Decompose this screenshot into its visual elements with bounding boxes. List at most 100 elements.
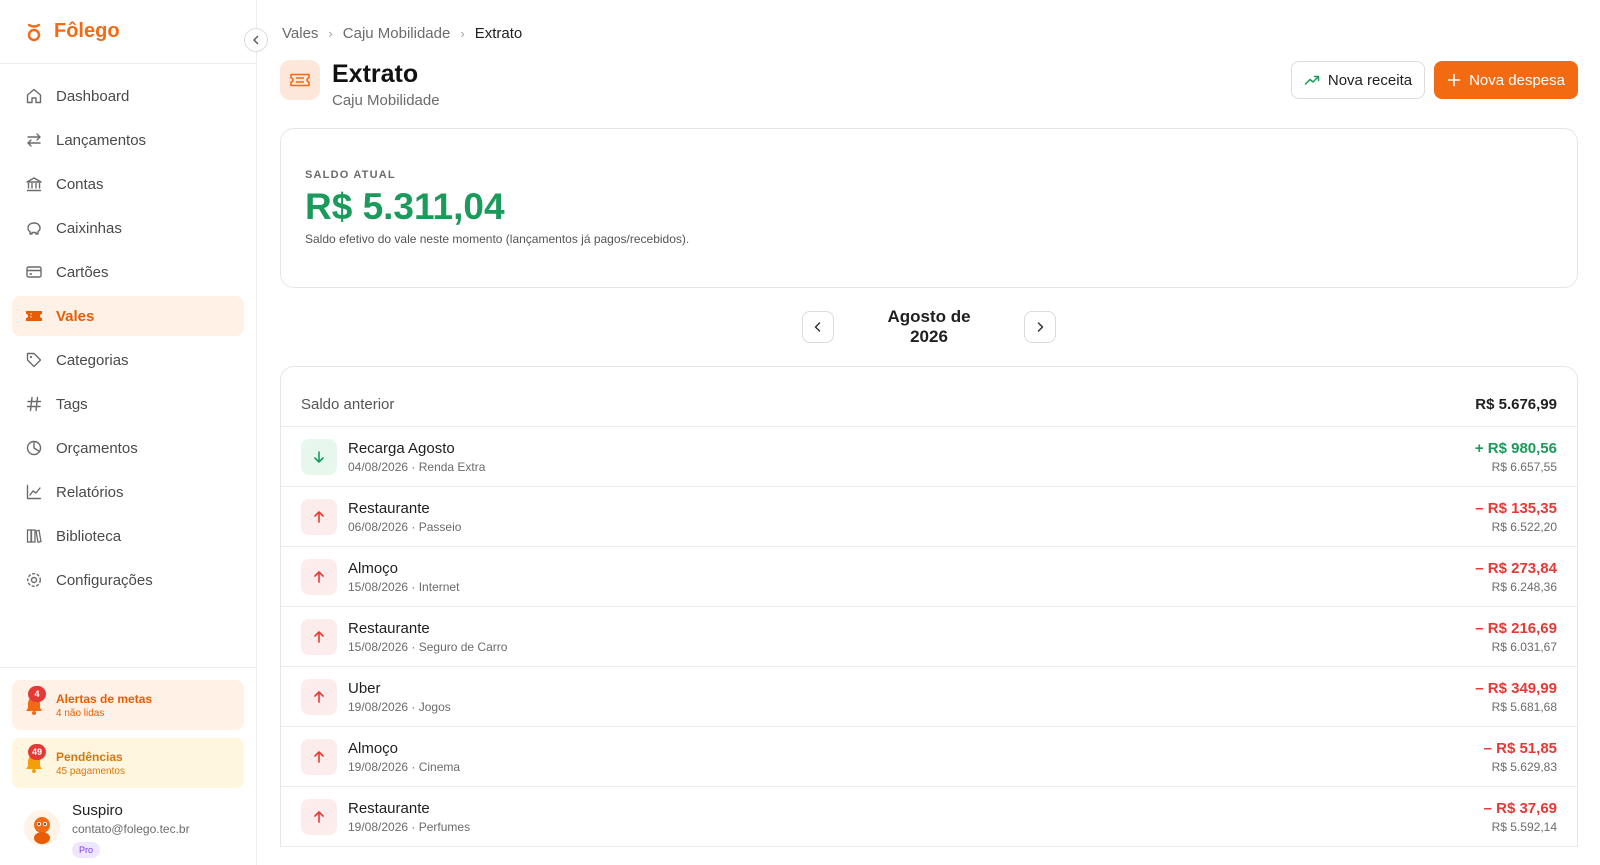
transaction-running-balance: R$ 6.657,55 <box>1491 459 1557 474</box>
arrow-up-icon <box>301 558 337 595</box>
sidebar-item-caixinhas[interactable]: Caixinhas <box>12 208 244 248</box>
hash-icon <box>24 394 44 414</box>
sidebar-item-biblioteca[interactable]: Biblioteca <box>12 516 244 556</box>
sidebar-item-cartoes[interactable]: Cartões <box>12 252 244 292</box>
sidebar-item-label: Contas <box>56 175 104 193</box>
alert-subtitle: 45 pagamentos <box>56 765 125 777</box>
month-navigator: Agosto de 2026 <box>280 288 1578 366</box>
bell-icon: 4 <box>24 686 46 716</box>
next-month-button[interactable] <box>1024 311 1056 343</box>
arrows-icon <box>24 130 44 150</box>
library-icon <box>24 526 44 546</box>
transaction-amount: – R$ 216,69 <box>1475 619 1557 637</box>
transaction-running-balance: R$ 6.031,67 <box>1491 639 1557 654</box>
transaction-row[interactable]: Recarga Agosto 04/08/2026 · Renda Extra … <box>281 427 1577 487</box>
home-icon <box>24 86 44 106</box>
transaction-title: Almoço <box>348 739 399 757</box>
breadcrumb-item-vales[interactable]: Vales <box>282 25 318 42</box>
sidebar-item-label: Caixinhas <box>56 219 122 237</box>
transaction-row[interactable]: Almoço 19/08/2026 · Cinema – R$ 51,85 R$… <box>281 727 1577 787</box>
transaction-meta: 06/08/2026 · Passeio <box>348 519 462 534</box>
transaction-row[interactable]: Restaurante 06/08/2026 · Passeio – R$ 13… <box>281 487 1577 547</box>
sidebar-item-label: Vales <box>56 307 95 325</box>
sidebar-item-configuracoes[interactable]: Configurações <box>12 560 244 600</box>
avatar <box>24 810 60 846</box>
transaction-amount: + R$ 980,56 <box>1474 439 1557 457</box>
page-subtitle: Caju Mobilidade <box>332 92 440 109</box>
sidebar-item-label: Orçamentos <box>56 439 138 457</box>
breadcrumb: Vales › Caju Mobilidade › Extrato <box>280 0 1578 66</box>
transaction-running-balance: R$ 5.592,14 <box>1491 819 1557 834</box>
page-title: Extrato <box>332 60 419 88</box>
transaction-title: Restaurante <box>348 499 430 517</box>
arrow-up-icon <box>301 618 337 655</box>
sidebar-item-label: Relatórios <box>56 483 124 501</box>
new-income-button[interactable]: Nova receita <box>1290 61 1426 99</box>
sidebar-item-label: Biblioteca <box>56 527 122 545</box>
sidebar-item-orcamentos[interactable]: Orçamentos <box>12 428 244 468</box>
transaction-row[interactable]: Restaurante 19/08/2026 · Perfumes – R$ 3… <box>281 787 1577 847</box>
sidebar-item-categorias[interactable]: Categorias <box>12 340 244 380</box>
transaction-meta: 15/08/2026 · Seguro de Carro <box>348 639 508 654</box>
sidebar-item-vales[interactable]: Vales <box>12 296 244 336</box>
pie-icon <box>24 438 44 458</box>
brand: Fôlego <box>0 0 256 64</box>
sidebar-item-dashboard[interactable]: Dashboard <box>12 76 244 116</box>
piggy-bank-icon <box>24 218 44 238</box>
breadcrumb-item-account[interactable]: Caju Mobilidade <box>343 25 451 42</box>
main-content: Vales › Caju Mobilidade › Extrato Extrat… <box>257 0 1600 865</box>
gear-icon <box>24 570 44 590</box>
user-name: Suspiro <box>72 802 123 819</box>
folego-logo-icon <box>26 22 42 42</box>
ticket-icon <box>280 60 320 100</box>
transaction-title: Recarga Agosto <box>348 439 455 457</box>
sidebar-item-tags[interactable]: Tags <box>12 384 244 424</box>
previous-balance-value: R$ 5.676,99 <box>1475 396 1557 413</box>
sidebar-item-label: Categorias <box>56 351 129 369</box>
plus-icon <box>1447 73 1461 87</box>
chart-icon <box>24 482 44 502</box>
notification-badge: 4 <box>28 686 46 702</box>
transaction-amount: – R$ 349,99 <box>1475 679 1557 697</box>
arrow-down-icon <box>301 438 337 475</box>
transaction-running-balance: R$ 5.629,83 <box>1491 759 1557 774</box>
alert-subtitle: 4 não lidas <box>56 707 105 719</box>
month-label: Agosto de 2026 <box>887 307 971 346</box>
sidebar-footer: 4 Alertas de metas 4 não lidas 49 Pendên… <box>0 667 256 858</box>
pending-payments-card[interactable]: 49 Pendências 45 pagamentos <box>12 738 244 788</box>
alert-title: Pendências <box>56 749 123 764</box>
sidebar-item-label: Configurações <box>56 571 153 589</box>
balance-value: R$ 5.311,04 <box>305 186 505 227</box>
chevron-right-icon: › <box>460 25 465 41</box>
transaction-running-balance: R$ 5.681,68 <box>1491 699 1557 714</box>
transaction-amount: – R$ 135,35 <box>1475 499 1557 517</box>
transaction-amount: – R$ 51,85 <box>1483 739 1557 757</box>
plan-badge: Pro <box>72 842 101 858</box>
sidebar-item-contas[interactable]: Contas <box>12 164 244 204</box>
arrow-up-icon <box>301 798 337 835</box>
sidebar-item-relatorios[interactable]: Relatórios <box>12 472 244 512</box>
balance-label: SALDO ATUAL <box>305 169 396 181</box>
current-balance-card: SALDO ATUAL R$ 5.311,04 Saldo efetivo do… <box>280 128 1578 288</box>
previous-month-button[interactable] <box>802 311 834 343</box>
bell-icon: 49 <box>24 744 46 774</box>
previous-balance-row: Saldo anterior R$ 5.676,99 <box>281 367 1577 427</box>
button-label: Nova receita <box>1327 71 1413 89</box>
sidebar-item-label: Cartões <box>56 263 109 281</box>
brand-name: Fôlego <box>54 20 120 42</box>
breadcrumb-item-current: Extrato <box>474 24 523 42</box>
sidebar-item-label: Lançamentos <box>56 131 147 149</box>
user-profile[interactable]: Suspiro contato@folego.tec.br Pro <box>12 796 244 858</box>
chevron-right-icon: › <box>328 25 333 41</box>
notification-badge: 49 <box>28 744 46 760</box>
sidebar-item-lancamentos[interactable]: Lançamentos <box>12 120 244 160</box>
transaction-row[interactable]: Uber 19/08/2026 · Jogos – R$ 349,99 R$ 5… <box>281 667 1577 727</box>
arrow-up-icon <box>301 738 337 775</box>
chevron-right-icon <box>1037 322 1044 332</box>
new-expense-button[interactable]: Nova despesa <box>1434 61 1578 99</box>
transaction-row[interactable]: Restaurante 15/08/2026 · Seguro de Carro… <box>281 607 1577 667</box>
transaction-meta: 19/08/2026 · Cinema <box>348 759 461 774</box>
transaction-row[interactable]: Almoço 15/08/2026 · Internet – R$ 273,84… <box>281 547 1577 607</box>
chevron-left-icon <box>814 322 821 332</box>
goal-alerts-card[interactable]: 4 Alertas de metas 4 não lidas <box>12 680 244 730</box>
